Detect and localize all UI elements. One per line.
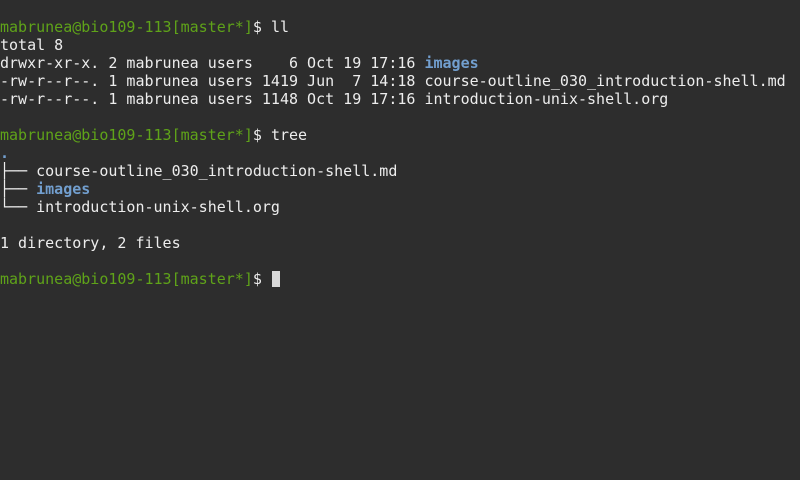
listing-row-course-outline: -rw-r--r--. 1 mabrunea users 1419 Jun 7 … bbox=[0, 72, 800, 90]
tree-name: images bbox=[36, 180, 91, 198]
prompt-line-1: mabrunea@bio109-113[master*]$ ll bbox=[0, 18, 800, 36]
total-line: total 8 bbox=[0, 36, 64, 54]
listing-meta: -rw-r--r--. 1 mabrunea users 1419 Jun 7 … bbox=[0, 72, 425, 90]
tree-branch: └── bbox=[0, 198, 37, 216]
listing-meta: -rw-r--r--. 1 mabrunea users 1148 Oct 19… bbox=[0, 90, 425, 108]
tree-row-course-outline: ├── course-outline_030_introduction-shel… bbox=[0, 162, 800, 180]
prompt-symbol: $ bbox=[252, 270, 262, 288]
listing-name: course-outline_030_introduction-shell.md bbox=[424, 72, 786, 90]
prompt-symbol: $ bbox=[252, 18, 262, 36]
tree-summary: 1 directory, 2 files bbox=[0, 234, 181, 252]
listing-name: images bbox=[424, 54, 479, 72]
tree-root: . bbox=[0, 144, 10, 162]
listing-row-images: drwxr-xr-x. 2 mabrunea users 6 Oct 19 17… bbox=[0, 54, 800, 72]
tree-name: course-outline_030_introduction-shell.md bbox=[36, 162, 398, 180]
prompt-line-3[interactable]: mabrunea@bio109-113[master*]$ bbox=[0, 270, 800, 288]
prompt: mabrunea@bio109-113[master*] bbox=[0, 126, 253, 144]
terminal-window[interactable]: mabrunea@bio109-113[master*]$ ll total 8… bbox=[0, 0, 800, 480]
prompt-line-2: mabrunea@bio109-113[master*]$ tree bbox=[0, 126, 800, 144]
tree-branch: ├── bbox=[0, 180, 37, 198]
cursor[interactable] bbox=[271, 271, 280, 287]
tree-row-images: ├── images bbox=[0, 180, 800, 198]
listing-name: introduction-unix-shell.org bbox=[424, 90, 669, 108]
command-tree: tree bbox=[270, 126, 308, 144]
tree-name: introduction-unix-shell.org bbox=[36, 198, 280, 216]
prompt-symbol: $ bbox=[252, 126, 262, 144]
listing-row-introduction: -rw-r--r--. 1 mabrunea users 1148 Oct 19… bbox=[0, 90, 800, 108]
listing-meta: drwxr-xr-x. 2 mabrunea users 6 Oct 19 17… bbox=[0, 54, 425, 72]
command-ll: ll bbox=[270, 18, 289, 36]
tree-row-introduction: └── introduction-unix-shell.org bbox=[0, 198, 800, 216]
prompt: mabrunea@bio109-113[master*] bbox=[0, 18, 253, 36]
prompt: mabrunea@bio109-113[master*] bbox=[0, 270, 253, 288]
tree-branch: ├── bbox=[0, 162, 37, 180]
